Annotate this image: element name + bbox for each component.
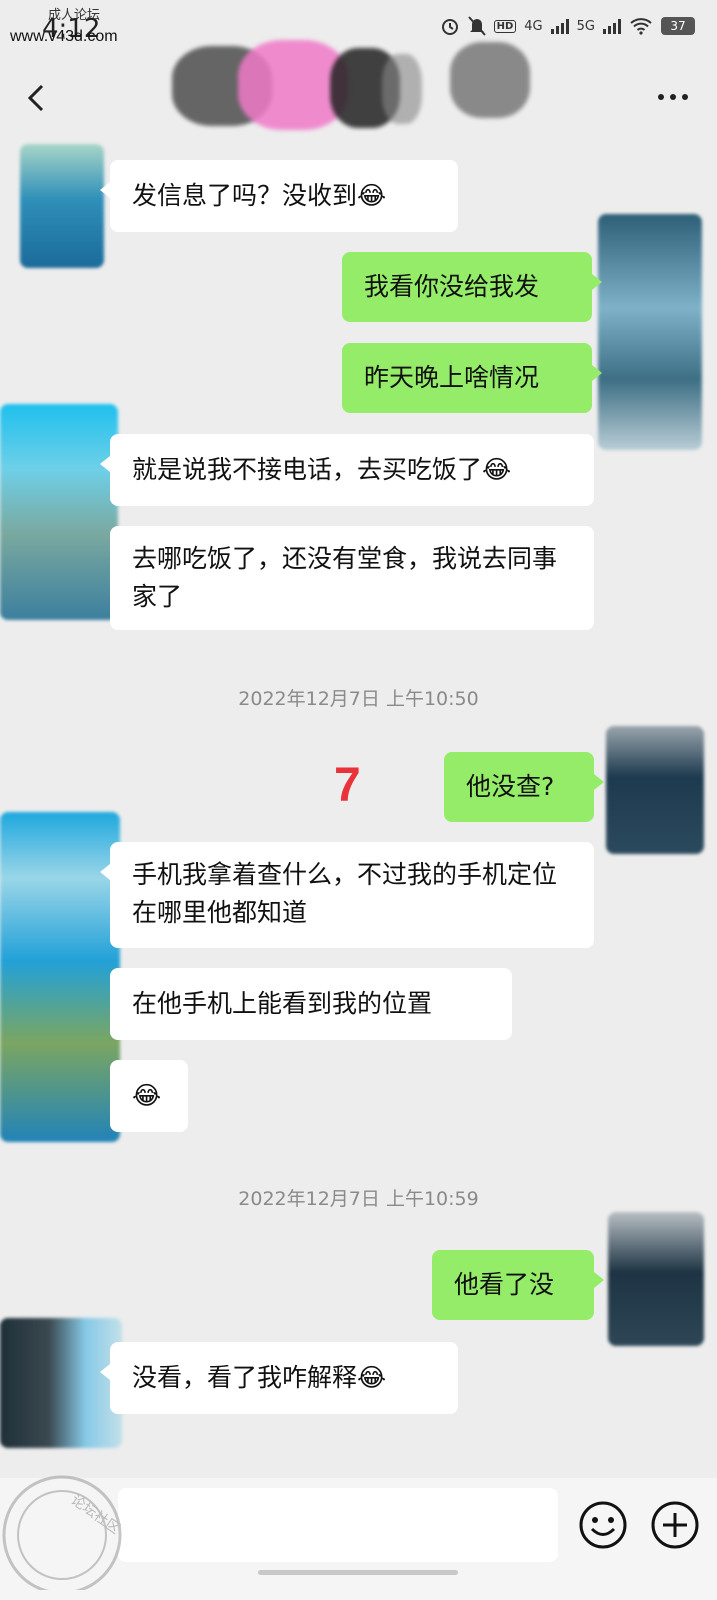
back-icon[interactable]	[18, 78, 58, 118]
message-bubble[interactable]: 手机我拿着查什么，不过我的手机定位在哪里他都知道	[100, 842, 594, 948]
plus-icon[interactable]	[648, 1498, 702, 1552]
hd-icon: HD	[493, 19, 517, 33]
net-5g-label: 5G	[576, 18, 595, 34]
mute-icon	[467, 16, 486, 36]
avatar-contact[interactable]	[0, 1318, 122, 1448]
avatar-self[interactable]	[606, 726, 704, 854]
message-input[interactable]	[118, 1488, 558, 1562]
annotation-mark: 7	[334, 759, 361, 812]
message-bubble[interactable]: 就是说我不接电话，去买吃饭了😂	[100, 434, 594, 506]
watermark-url: www.v43d.com	[10, 28, 118, 45]
message-bubble[interactable]: 没看，看了我咋解释😂	[100, 1342, 458, 1414]
more-icon[interactable]	[653, 82, 693, 112]
alarm-icon	[441, 19, 458, 35]
avatar-contact[interactable]	[20, 144, 104, 268]
message-bubble[interactable]: 😂	[110, 1060, 188, 1132]
message-bubble[interactable]: 他没查?	[444, 752, 604, 822]
message-bubble[interactable]: 他看了没	[432, 1250, 604, 1320]
message-bubble[interactable]: 我看你没给我发	[342, 252, 602, 322]
emoji-icon[interactable]	[576, 1498, 630, 1552]
watermark-seal: 论坛社区	[2, 1475, 123, 1590]
status-icons: HD 4G 5G 37	[440, 16, 695, 36]
avatar-contact[interactable]	[0, 812, 120, 1142]
avatar-contact[interactable]	[0, 404, 118, 620]
message-bubble[interactable]: 去哪吃饭了，还没有堂食，我说去同事家了	[110, 526, 594, 630]
message-bubble[interactable]: 在他手机上能看到我的位置	[110, 968, 512, 1040]
wifi-icon	[630, 18, 652, 35]
chat-header	[0, 40, 717, 142]
avatar-self[interactable]	[608, 1212, 704, 1346]
chat-timestamp: 2022年12月7日 上午10:59	[238, 1188, 479, 1210]
home-indicator	[258, 1570, 458, 1575]
signal-icon-2	[603, 18, 621, 34]
message-bubble[interactable]: 昨天晚上啥情况	[342, 343, 602, 413]
chat-timestamp: 2022年12月7日 上午10:50	[238, 688, 479, 710]
message-bubble[interactable]: 发信息了吗？没收到😂	[100, 160, 458, 232]
watermark-seal-text: 论坛社区	[68, 1492, 123, 1537]
battery-indicator: 37	[661, 17, 695, 35]
net-4g-label: 4G	[524, 18, 543, 34]
avatar-self[interactable]	[598, 214, 702, 450]
signal-icon	[550, 18, 569, 34]
